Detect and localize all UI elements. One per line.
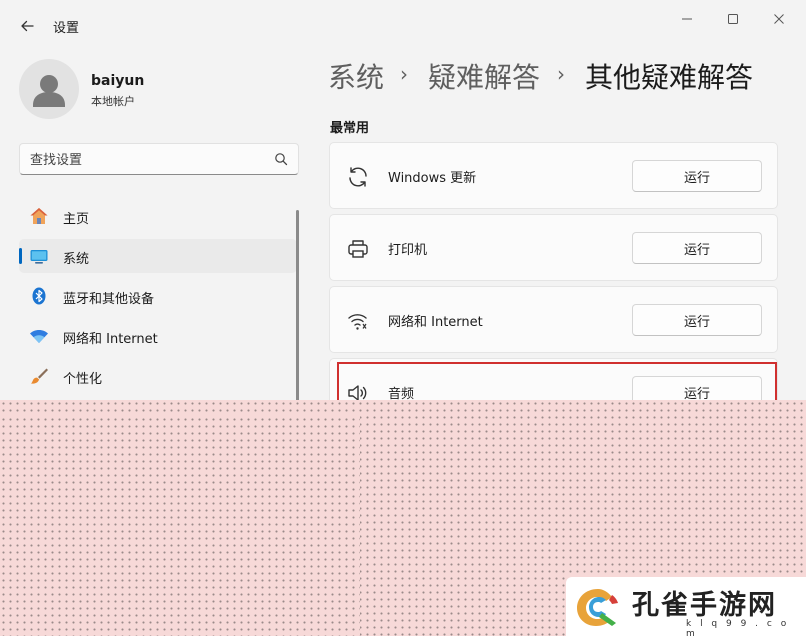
- sidebar-item-label: 个性化: [63, 372, 103, 387]
- troubleshooter-network: 网络和 Internet 运行: [329, 286, 778, 353]
- active-indicator: [19, 248, 22, 264]
- troubleshooter-windows-update: Windows 更新 运行: [329, 142, 778, 209]
- card-label: Windows 更新: [388, 171, 477, 186]
- home-icon: [30, 208, 48, 224]
- search-input[interactable]: [30, 150, 270, 170]
- search-icon[interactable]: [274, 152, 288, 166]
- wifi-icon: [30, 330, 48, 343]
- section-title: 最常用: [330, 121, 370, 136]
- breadcrumb-troubleshoot[interactable]: 疑难解答: [428, 58, 540, 98]
- minimize-icon: [682, 18, 692, 20]
- sidebar-item-personalization[interactable]: 个性化: [19, 359, 297, 393]
- back-button[interactable]: [14, 14, 40, 38]
- breadcrumb-separator: ›: [400, 62, 408, 86]
- avatar[interactable]: [19, 59, 79, 119]
- troubleshooter-printer: 打印机 运行: [329, 214, 778, 281]
- breadcrumb-system[interactable]: 系统: [328, 58, 384, 98]
- page-title: 其他疑难解答: [585, 61, 754, 94]
- sidebar-item-label: 主页: [63, 212, 90, 227]
- watermark-text: 孔雀手游网: [632, 590, 777, 621]
- card-label: 打印机: [388, 243, 428, 258]
- app-title: 设置: [53, 21, 80, 36]
- watermark-subtext: k l q 9 9 . c o m: [686, 619, 790, 636]
- close-button[interactable]: [764, 8, 794, 30]
- sidebar-item-label: 系统: [63, 252, 90, 267]
- monitor-icon: [30, 250, 48, 264]
- run-button[interactable]: 运行: [632, 304, 762, 336]
- arrow-left-icon: [21, 20, 34, 32]
- peacock-logo-icon: [577, 589, 618, 626]
- sidebar-item-label: 网络和 Internet: [63, 332, 158, 347]
- account-type: 本地帐户: [91, 95, 135, 108]
- settings-window: 设置 baiyun 本地帐户 主页: [0, 0, 806, 636]
- network-icon: [348, 314, 367, 330]
- pattern-overlay-left: [0, 416, 360, 636]
- sidebar-item-home[interactable]: 主页: [19, 199, 297, 233]
- sidebar-item-system[interactable]: 系统: [19, 239, 297, 273]
- minimize-button[interactable]: [672, 8, 702, 30]
- bluetooth-icon: [32, 287, 46, 305]
- brush-icon: [31, 368, 48, 384]
- breadcrumb-separator: ›: [557, 62, 565, 86]
- refresh-icon: [349, 167, 367, 187]
- printer-icon: [348, 240, 368, 258]
- card-label: 网络和 Internet: [388, 315, 483, 330]
- sidebar-scrollbar[interactable]: [296, 210, 299, 420]
- watermark: 孔雀手游网 k l q 9 9 . c o m: [566, 577, 806, 636]
- search-box[interactable]: [19, 143, 299, 175]
- maximize-icon: [728, 14, 738, 24]
- maximize-button[interactable]: [718, 8, 748, 30]
- sidebar-item-network[interactable]: 网络和 Internet: [19, 319, 297, 353]
- user-name: baiyun: [91, 73, 145, 89]
- run-button[interactable]: 运行: [632, 160, 762, 192]
- title-bar: 设置: [0, 0, 806, 48]
- close-icon: [774, 14, 784, 24]
- sidebar-item-bluetooth[interactable]: 蓝牙和其他设备: [19, 279, 297, 313]
- user-icon: [33, 75, 65, 107]
- sidebar-item-label: 蓝牙和其他设备: [63, 292, 155, 307]
- run-button[interactable]: 运行: [632, 232, 762, 264]
